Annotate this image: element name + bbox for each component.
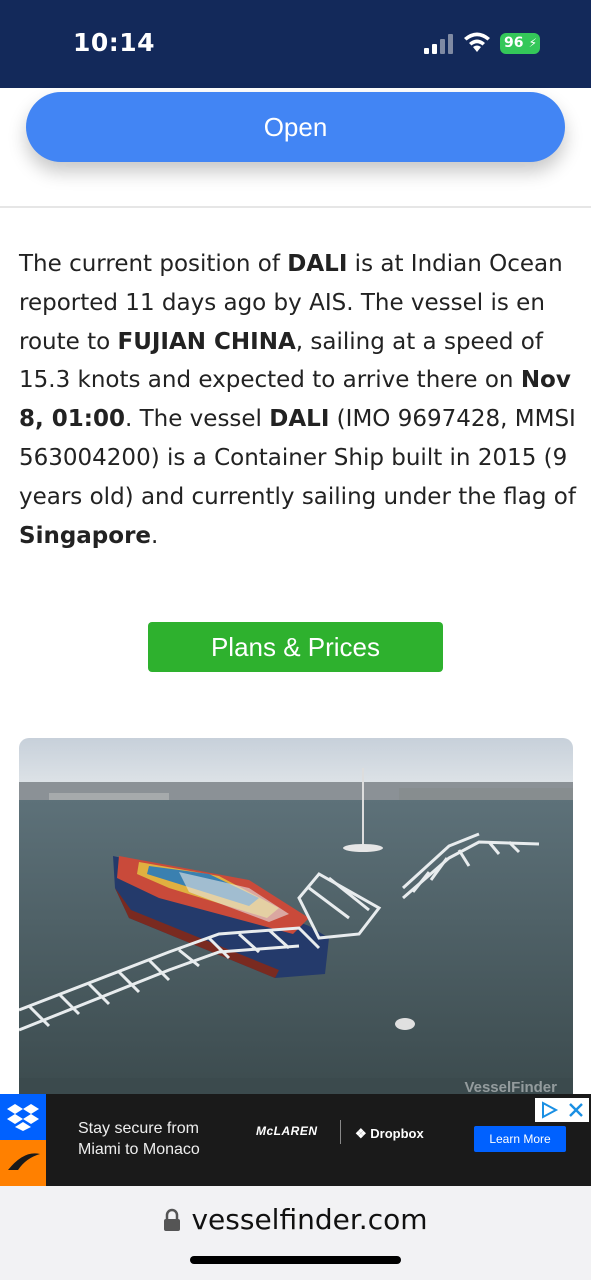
url-display[interactable]: vesselfinder.com <box>0 1203 591 1236</box>
vessel-photo-image <box>19 738 573 1098</box>
vessel-photo[interactable]: VesselFinder <box>19 738 573 1098</box>
ad-banner[interactable]: Stay secure from Miami to Monaco McLAREN… <box>0 1094 591 1186</box>
battery-level: 96 <box>504 35 524 51</box>
description-text: . The vessel <box>124 406 270 433</box>
status-time: 10:14 <box>73 28 156 57</box>
ad-headline: Stay secure from Miami to Monaco <box>78 1118 200 1160</box>
ad-choices[interactable] <box>535 1098 589 1122</box>
charging-bolt-icon: ⚡ <box>528 36 537 50</box>
close-ad-icon[interactable] <box>567 1101 585 1119</box>
lock-icon <box>164 1208 181 1231</box>
ad-line-1: Stay secure from <box>78 1120 199 1137</box>
battery-icon: 96 ⚡ <box>500 33 540 54</box>
dropbox-wordmark: ❖ Dropbox <box>355 1126 424 1142</box>
domain-text: vesselfinder.com <box>191 1203 428 1236</box>
adchoices-icon[interactable] <box>539 1100 559 1120</box>
home-indicator[interactable] <box>190 1256 401 1264</box>
vessel-description: The current position of DALI is at India… <box>19 245 579 555</box>
dropbox-logo-icon <box>0 1094 46 1140</box>
mclaren-wordmark: McLAREN <box>256 1124 318 1138</box>
status-bar: 10:14 96 ⚡ <box>0 0 591 88</box>
ad-learn-more-button[interactable]: Learn More <box>474 1126 566 1152</box>
description-text: . <box>151 522 159 549</box>
description-text: The current position of <box>19 251 288 277</box>
vessel-name-2: DALI <box>269 406 330 433</box>
open-app-banner: Open <box>0 88 591 208</box>
dropbox-small-icon: ❖ <box>355 1126 371 1141</box>
dropbox-label: Dropbox <box>370 1126 424 1141</box>
vessel-name: DALI <box>287 251 348 277</box>
mclaren-logo-icon <box>0 1140 46 1186</box>
flag-country: Singapore <box>19 522 152 549</box>
open-app-button[interactable]: Open <box>26 92 565 162</box>
browser-address-bar[interactable]: vesselfinder.com <box>0 1186 591 1280</box>
cellular-signal-icon <box>424 34 453 54</box>
ad-divider <box>340 1120 341 1144</box>
ad-line-2: Miami to Monaco <box>78 1141 200 1158</box>
destination: FUJIAN CHINA <box>117 328 296 355</box>
wifi-icon <box>464 32 490 52</box>
plans-prices-button[interactable]: Plans & Prices <box>148 622 443 672</box>
